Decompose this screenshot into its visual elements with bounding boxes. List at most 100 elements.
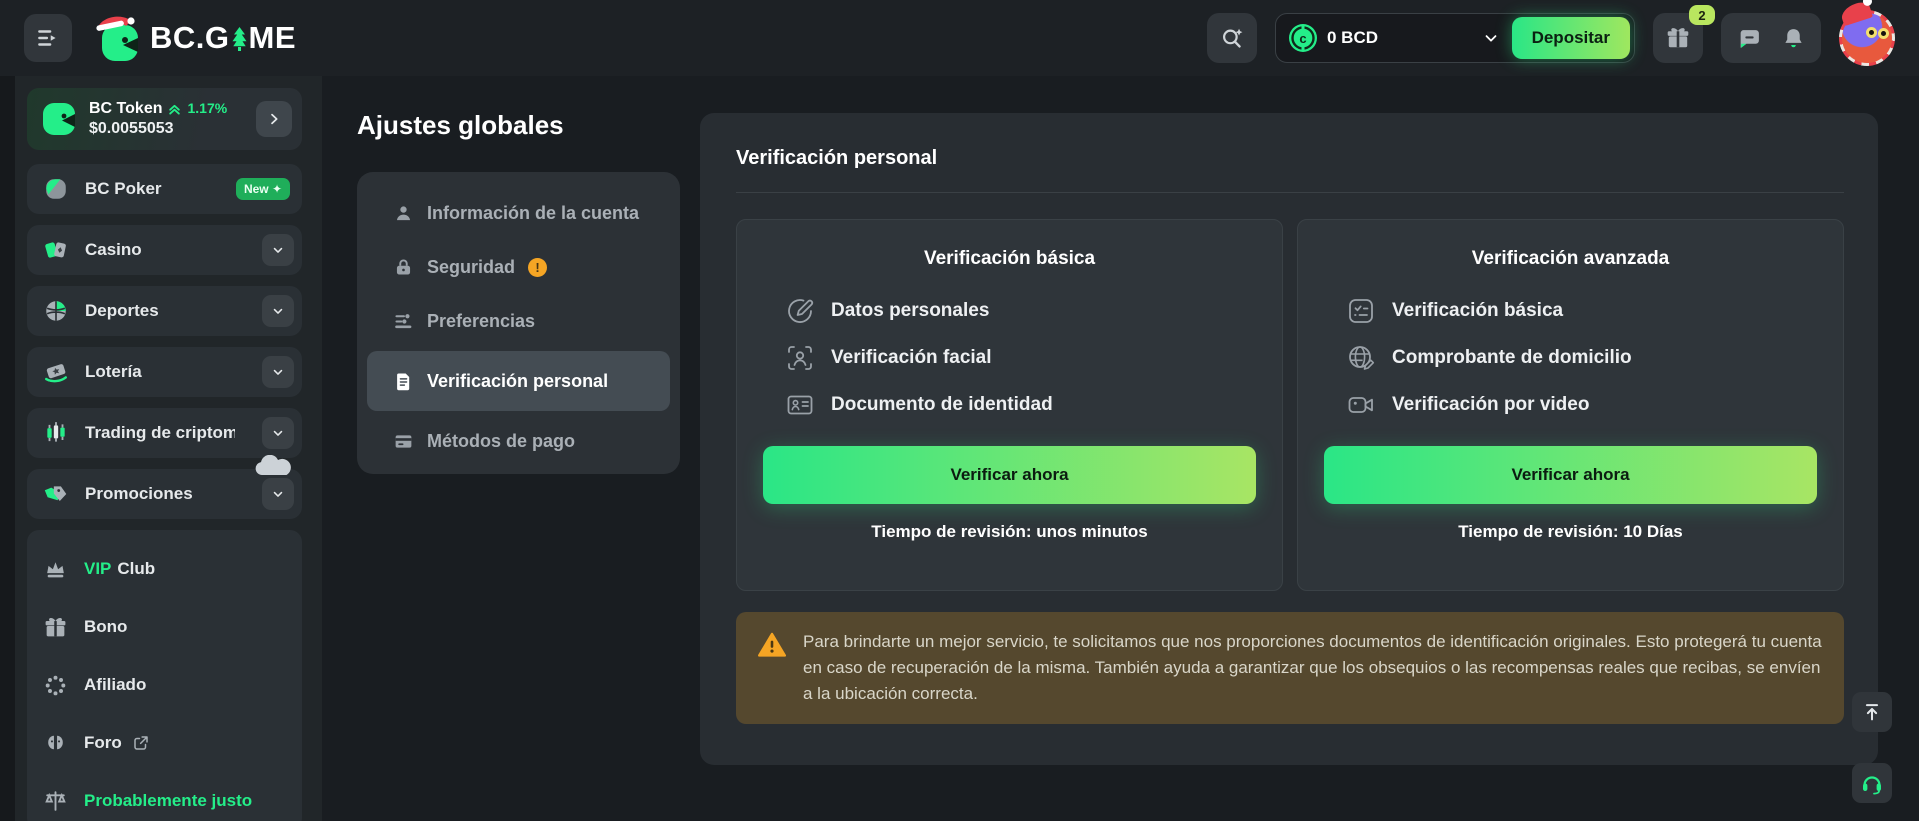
sidebar-item-label: Promociones — [85, 484, 193, 504]
afiliado-label: Afiliado — [84, 675, 146, 695]
trading-expand-chevron[interactable] — [262, 417, 294, 449]
sidebar-item-afiliado[interactable]: Afiliado — [27, 656, 302, 714]
bcgame-logo[interactable]: BC.G ME — [94, 15, 296, 61]
bonus-gift-icon — [43, 615, 68, 640]
casino-expand-chevron[interactable] — [262, 234, 294, 266]
warning-triangle-icon — [758, 631, 786, 659]
deposit-button[interactable]: Depositar — [1512, 17, 1630, 59]
bc-token-coin-icon — [41, 101, 77, 137]
affiliate-network-icon — [43, 673, 68, 698]
menu-item-preferences[interactable]: Preferencias — [367, 294, 670, 348]
vip-accent-text: VIP — [84, 559, 111, 579]
basic-item-label: Verificación facial — [831, 347, 992, 369]
headset-icon — [1860, 771, 1884, 795]
loteria-expand-chevron[interactable] — [262, 356, 294, 388]
support-button[interactable] — [1852, 763, 1892, 803]
sidebar-item-foro[interactable]: Foro — [27, 714, 302, 772]
video-camera-icon — [1346, 390, 1376, 420]
advanced-item-label: Comprobante de domicilio — [1392, 347, 1632, 369]
foro-label: Foro — [84, 733, 122, 753]
verification-cards-row: Verificación básica Datos personales — [736, 219, 1844, 591]
advanced-verification-title: Verificación avanzada — [1324, 248, 1817, 270]
bc-token-card[interactable]: BC Token 1.17% $0.0055053 — [27, 88, 302, 150]
edit-pencil-icon — [785, 296, 815, 326]
search-icon — [1219, 25, 1245, 51]
sidebar-item-casino[interactable]: Casino — [27, 225, 302, 275]
sidebar-item-loteria[interactable]: Lotería — [27, 347, 302, 397]
provably-fair-label: Probablemente justo — [84, 791, 252, 811]
page-left-edge — [0, 76, 15, 821]
promociones-expand-chevron[interactable] — [262, 478, 294, 510]
credit-card-icon — [393, 431, 414, 452]
chevron-down-icon — [271, 487, 285, 501]
advanced-item-address-proof: Comprobante de domicilio — [1346, 343, 1817, 373]
currency-dropdown[interactable]: c 0 BCD — [1288, 23, 1378, 53]
basic-verification-card: Verificación básica Datos personales — [736, 219, 1283, 591]
sidebar-item-trading[interactable]: Trading de criptomor — [27, 408, 302, 458]
user-avatar[interactable] — [1839, 10, 1895, 66]
basic-item-facial-verification: Verificación facial — [785, 343, 1256, 373]
main-sidebar: BC Token 1.17% $0.0055053 BC Poker New ✦ — [15, 76, 322, 821]
notifications-button[interactable] — [1771, 16, 1815, 60]
scroll-top-icon — [1861, 701, 1883, 723]
lottery-ticket-icon — [43, 359, 69, 385]
navbar-right-cluster: c 0 BCD Depositar 2 — [1207, 10, 1895, 66]
preferences-icon — [393, 311, 414, 332]
deportes-expand-chevron[interactable] — [262, 295, 294, 327]
rewards-count-badge: 2 — [1689, 5, 1715, 25]
verify-now-button-advanced[interactable]: Verificar ahora — [1324, 446, 1817, 504]
verify-now-button-basic[interactable]: Verificar ahora — [763, 446, 1256, 504]
token-change-percent: 1.17% — [187, 100, 227, 118]
advanced-item-label: Verificación básica — [1392, 300, 1563, 322]
wallet-chevron[interactable] — [1482, 29, 1500, 47]
chevron-down-icon — [271, 426, 285, 440]
chat-button[interactable] — [1727, 16, 1771, 60]
token-price: $0.0055053 — [89, 119, 227, 139]
divider — [736, 192, 1844, 193]
globe-edit-icon — [1346, 343, 1376, 373]
sidebar-item-vip-club[interactable]: VIP Club — [27, 540, 302, 598]
menu-item-label: Seguridad — [427, 257, 515, 278]
menu-item-payment-methods[interactable]: Métodos de pago — [367, 414, 670, 468]
top-navbar: BC.G ME c — [0, 0, 1919, 76]
gift-icon — [1665, 25, 1691, 51]
bc-mascot-icon — [94, 15, 142, 61]
chevron-down-icon — [271, 365, 285, 379]
crown-icon — [43, 557, 68, 582]
cloud-decoration — [253, 455, 295, 477]
menu-item-label: Verificación personal — [427, 371, 608, 392]
sidebar-toggle-button[interactable] — [24, 14, 72, 62]
settings-menu-card: Información de la cuenta Seguridad ! Pre… — [357, 172, 680, 474]
basic-item-label: Documento de identidad — [831, 394, 1053, 416]
basketball-icon — [43, 298, 69, 324]
hamburger-icon — [35, 25, 61, 51]
sidebar-item-bono[interactable]: Bono — [27, 598, 302, 656]
sidebar-item-provably-fair[interactable]: Probablemente justo — [27, 772, 302, 821]
double-chevron-up-icon — [168, 103, 181, 116]
bono-label: Bono — [84, 617, 127, 637]
vip-club-label: Club — [117, 559, 155, 579]
chevron-right-icon — [266, 111, 282, 127]
token-expand-button[interactable] — [256, 101, 292, 137]
rewards-button[interactable]: 2 — [1653, 13, 1703, 63]
sidebar-item-label: Deportes — [85, 301, 159, 321]
search-button[interactable] — [1207, 13, 1257, 63]
id-card-icon — [785, 390, 815, 420]
scroll-to-top-button[interactable] — [1852, 692, 1892, 732]
sidebar-item-bc-poker[interactable]: BC Poker New ✦ — [27, 164, 302, 214]
sidebar-item-deportes[interactable]: Deportes — [27, 286, 302, 336]
menu-item-personal-verification[interactable]: Verificación personal — [367, 351, 670, 411]
menu-item-account-info[interactable]: Información de la cuenta — [367, 186, 670, 240]
notice-text: Para brindarte un mejor servicio, te sol… — [803, 629, 1822, 707]
settings-title: Ajustes globales — [357, 110, 564, 141]
sidebar-item-label: Casino — [85, 240, 142, 260]
menu-item-security[interactable]: Seguridad ! — [367, 240, 670, 294]
menu-item-label: Preferencias — [427, 311, 535, 332]
sidebar-item-label: Lotería — [85, 362, 142, 382]
bcd-coin-icon: c — [1288, 23, 1318, 53]
chat-notification-group — [1721, 13, 1821, 63]
lock-icon — [393, 257, 414, 278]
chevron-down-icon — [271, 304, 285, 318]
promo-tags-icon — [43, 481, 69, 507]
basic-item-label: Datos personales — [831, 300, 989, 322]
